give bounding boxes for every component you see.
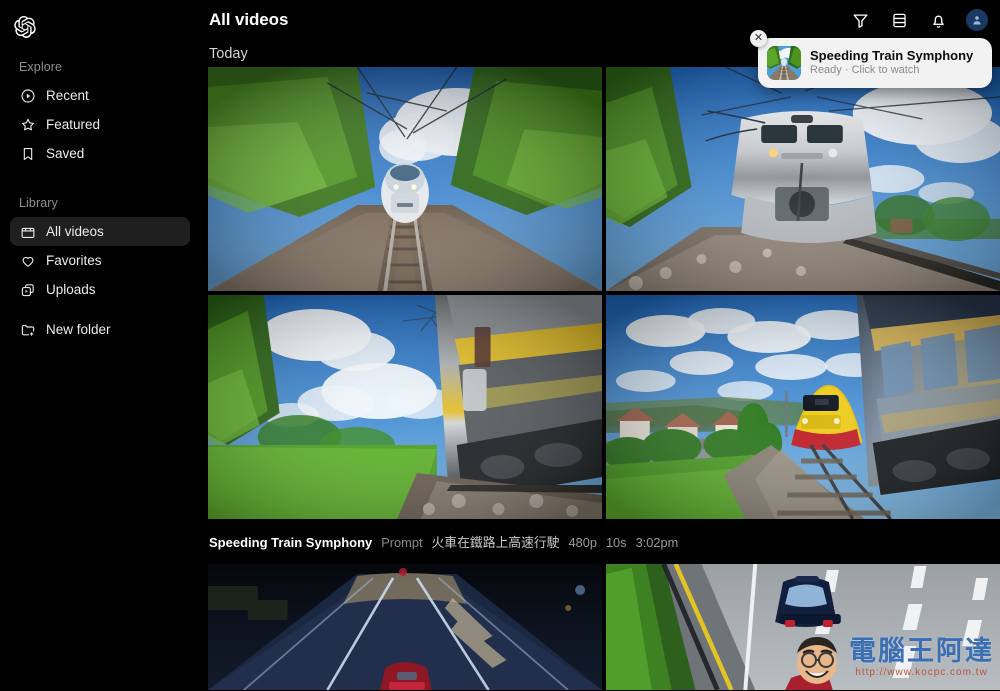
sidebar-item-label: Favorites: [46, 252, 102, 268]
toast-title: Speeding Train Symphony: [810, 47, 974, 63]
video-title: Speeding Train Symphony: [209, 535, 373, 550]
main-content: All videos Today Speeding Train Symphony…: [200, 0, 1000, 691]
toast-video-thumbnail: [767, 46, 801, 80]
video-tile-bullet-train-tracks[interactable]: [208, 67, 602, 291]
top-bar: All videos: [200, 0, 1000, 40]
sidebar-item-label: New folder: [46, 321, 111, 337]
folder-plus-icon: [19, 321, 36, 338]
sidebar-item-label: All videos: [46, 223, 104, 239]
top-bar-actions: [849, 9, 988, 31]
sidebar-item-label: Recent: [46, 87, 89, 103]
page-title: All videos: [209, 10, 289, 29]
sidebar-item-featured[interactable]: Featured: [10, 110, 190, 139]
sidebar-item-saved[interactable]: Saved: [10, 139, 190, 168]
video-grid-next: [200, 564, 1000, 690]
sidebar-item-label: Featured: [46, 116, 101, 132]
brand-row[interactable]: [0, 6, 200, 48]
sidebar-item-label: Saved: [46, 145, 85, 161]
resolution-value: 480p: [568, 535, 597, 550]
prompt-label: Prompt: [381, 535, 423, 550]
sidebar-item-new-folder[interactable]: New folder: [10, 315, 190, 344]
video-tile-yellow-stripe-train[interactable]: [208, 295, 602, 519]
bookmark-icon: [19, 145, 36, 162]
film-box-icon: [19, 223, 36, 240]
heart-icon: [19, 252, 36, 269]
timestamp-value: 3:02pm: [635, 535, 679, 550]
duration-value: 10s: [605, 535, 627, 550]
close-icon[interactable]: ✕: [750, 30, 767, 47]
sidebar-section-title-explore: Explore: [19, 60, 63, 74]
star-icon: [19, 116, 36, 133]
list-view-icon[interactable]: [888, 9, 910, 31]
sidebar-section-title-library: Library: [19, 196, 58, 210]
user-avatar[interactable]: [966, 9, 988, 31]
video-tile-silver-train-front[interactable]: [606, 67, 1000, 291]
sidebar-item-recent[interactable]: Recent: [10, 81, 190, 110]
play-circle-icon: [19, 87, 36, 104]
notifications-icon[interactable]: [927, 9, 949, 31]
toast-text-block: Speeding Train Symphony Ready · Click to…: [810, 48, 973, 78]
toast-notification[interactable]: ✕ Speeding Train Symphony Ready · Click …: [750, 30, 992, 88]
video-tile-night-highway[interactable]: [208, 564, 602, 690]
sidebar-item-favorites[interactable]: Favorites: [10, 246, 190, 275]
video-metadata-row[interactable]: Speeding Train Symphony Prompt 火車在鐵路上高速行…: [200, 519, 1000, 564]
sidebar-item-all-videos[interactable]: All videos: [10, 217, 190, 246]
filter-icon[interactable]: [849, 9, 871, 31]
app-root: Explore Recent Featured Saved Library Al…: [0, 0, 1000, 691]
prompt-value: 火車在鐵路上高速行駛: [431, 535, 560, 550]
video-grid-today: [200, 67, 1000, 519]
sidebar-item-uploads[interactable]: Uploads: [10, 275, 190, 304]
video-tile-blue-car-road[interactable]: [606, 564, 1000, 690]
video-tile-red-yellow-train[interactable]: [606, 295, 1000, 519]
sidebar: Explore Recent Featured Saved Library Al…: [0, 0, 200, 691]
openai-logo-icon[interactable]: [12, 14, 38, 40]
stacked-play-icon: [19, 281, 36, 298]
toast-subtitle: Ready · Click to watch: [810, 64, 920, 77]
sidebar-item-label: Uploads: [46, 281, 96, 297]
